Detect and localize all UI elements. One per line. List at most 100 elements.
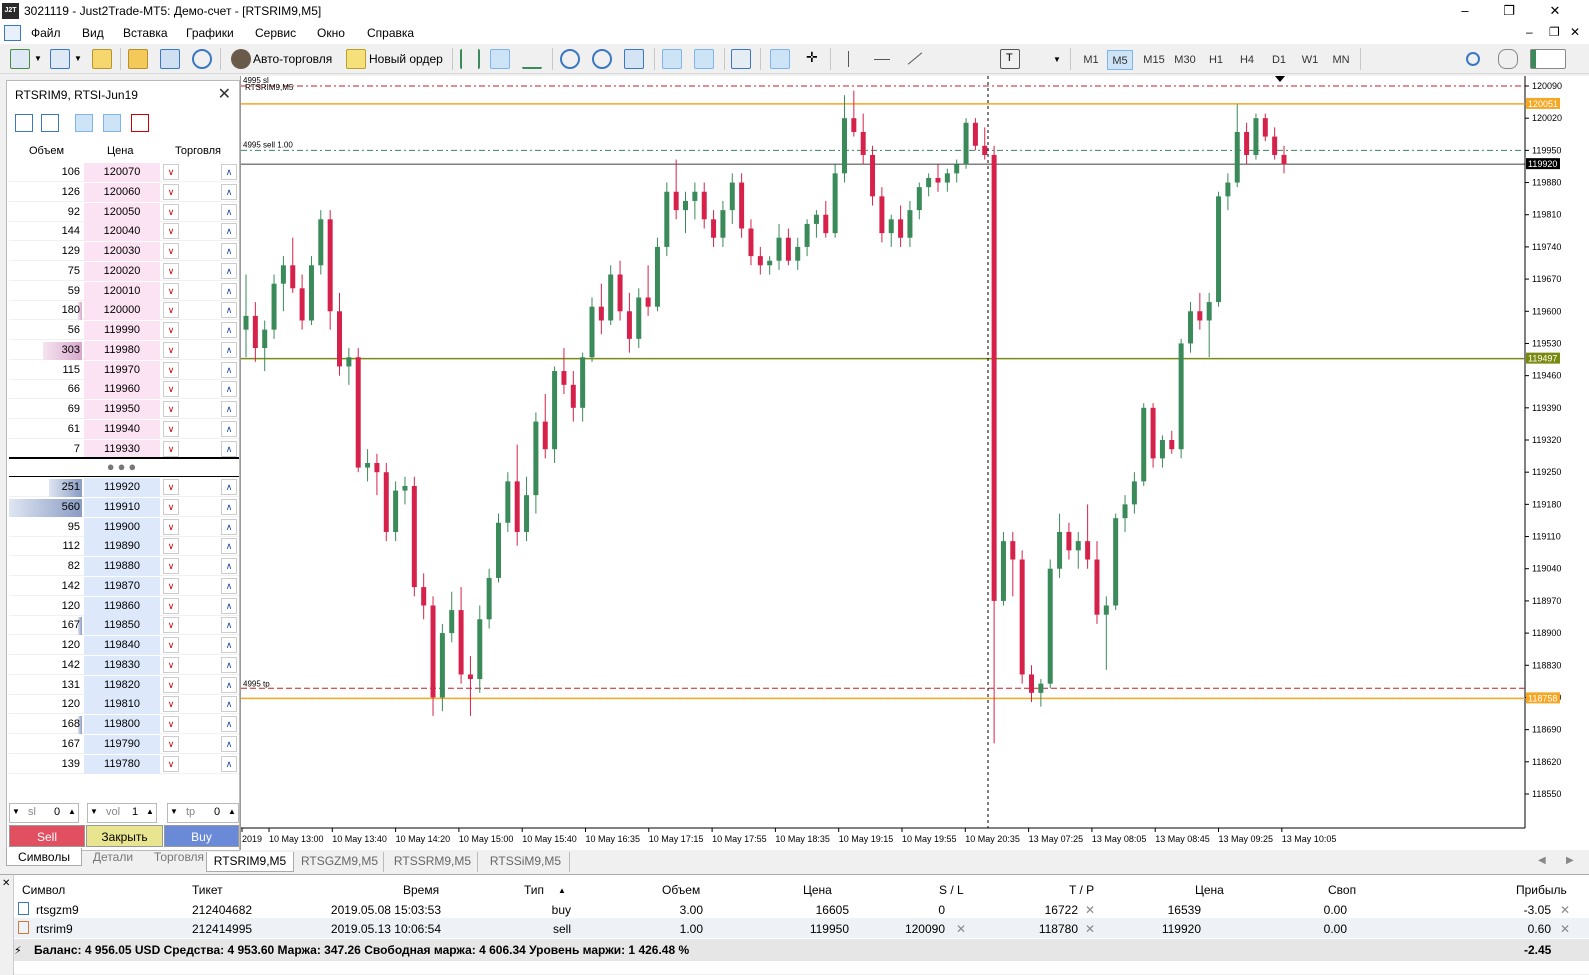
close-position-button[interactable]: Закрыть	[86, 825, 163, 847]
vol-spinner[interactable]: ▼ vol 1 ▲	[87, 803, 157, 823]
candle-body[interactable]	[1047, 568, 1053, 684]
candle-body[interactable]	[1094, 559, 1100, 615]
hdr-profit[interactable]: Прибыль	[1516, 883, 1567, 897]
buy-limit-icon[interactable]: ∧	[221, 401, 237, 417]
candle-body[interactable]	[505, 481, 511, 523]
candle-body[interactable]	[991, 154, 997, 601]
close-position-icon[interactable]: ✕	[1560, 903, 1570, 917]
candle-body[interactable]	[393, 490, 399, 532]
buy-limit-icon[interactable]: ∧	[221, 696, 237, 713]
bid-row[interactable]: 120 119860 ∨ ∧	[9, 596, 239, 616]
candle-body[interactable]	[337, 311, 343, 367]
hdr-current-price[interactable]: Цена	[1195, 883, 1224, 897]
tab-rtssrm9[interactable]: RTSSRM9,M5	[388, 852, 478, 872]
strategy-tester-icon[interactable]	[160, 49, 180, 69]
buy-limit-icon[interactable]: ∧	[221, 577, 237, 594]
candle-body[interactable]	[739, 182, 745, 229]
shapes-dropdown-icon[interactable]: ▼	[1053, 55, 1061, 64]
bar-chart-icon[interactable]	[460, 49, 480, 69]
candle-body[interactable]	[926, 177, 932, 188]
sell-limit-icon[interactable]: ∨	[163, 262, 179, 279]
candle-body[interactable]	[1019, 559, 1025, 675]
bid-row[interactable]: 168 119800 ∨ ∧	[9, 715, 239, 734]
candle-body[interactable]	[954, 164, 960, 174]
sell-limit-icon[interactable]: ∨	[163, 282, 179, 299]
buy-limit-icon[interactable]: ∧	[221, 558, 237, 574]
sell-limit-icon[interactable]: ∨	[163, 755, 179, 772]
tab-rtsrim9[interactable]: RTSRIM9,M5	[206, 852, 294, 872]
candle-body[interactable]	[598, 306, 604, 321]
chart-window-icon[interactable]	[4, 25, 21, 41]
ask-row[interactable]: 69 119950 ∨ ∧	[9, 400, 239, 419]
hdr-volume[interactable]: Объем	[662, 883, 700, 897]
candle-body[interactable]	[1187, 311, 1193, 344]
candle-body[interactable]	[1150, 407, 1156, 459]
candle-body[interactable]	[533, 421, 539, 496]
candle-body[interactable]	[636, 297, 642, 339]
ask-row[interactable]: 59 120010 ∨ ∧	[9, 281, 239, 301]
minimize-button[interactable]: –	[1450, 2, 1480, 20]
candle-body[interactable]	[795, 246, 801, 261]
tp-value[interactable]: 0	[214, 806, 220, 818]
position-row[interactable]: rtsrim9 212414995 2019.05.13 10:06:54 sell 1…	[14, 918, 1589, 938]
vertical-line-icon[interactable]	[840, 49, 860, 69]
cursor-icon[interactable]	[770, 49, 790, 69]
sell-limit-icon[interactable]: ∨	[163, 676, 179, 693]
new-order-button[interactable]: Новый ордер	[369, 48, 443, 70]
candle-body[interactable]	[430, 605, 436, 698]
buy-limit-icon[interactable]: ∧	[221, 361, 237, 378]
candle-body[interactable]	[477, 619, 483, 680]
candle-body[interactable]	[907, 210, 913, 238]
tf-m30[interactable]: M30	[1171, 50, 1199, 70]
bid-row[interactable]: 82 119880 ∨ ∧	[9, 557, 239, 576]
new-chart-icon[interactable]	[10, 49, 30, 69]
market-watch-icon[interactable]	[92, 49, 112, 69]
candle-body[interactable]	[776, 237, 782, 261]
candle-body[interactable]	[870, 154, 876, 197]
candle-body[interactable]	[972, 122, 978, 146]
candle-body[interactable]	[851, 118, 857, 132]
candle-body[interactable]	[692, 191, 698, 201]
buy-limit-icon[interactable]: ∧	[221, 243, 237, 259]
candle-body[interactable]	[804, 223, 810, 247]
candle-body[interactable]	[1038, 683, 1044, 693]
menu-window[interactable]: Окно	[317, 26, 345, 40]
sell-limit-icon[interactable]: ∨	[163, 440, 179, 457]
chart-shift-marker[interactable]	[1275, 76, 1285, 82]
one-click-trading-icon[interactable]	[75, 114, 93, 132]
candle-body[interactable]	[1244, 131, 1250, 155]
buy-limit-icon[interactable]: ∧	[221, 518, 237, 535]
candle-body[interactable]	[411, 485, 417, 588]
new-order-icon[interactable]	[346, 49, 366, 69]
candle-body[interactable]	[524, 495, 530, 532]
candle-body[interactable]	[308, 265, 314, 321]
candle-body[interactable]	[1075, 541, 1081, 551]
line-chart-icon[interactable]	[522, 49, 542, 69]
candle-body[interactable]	[720, 210, 726, 238]
hdr-ticket[interactable]: Тикет	[192, 883, 223, 897]
sell-limit-icon[interactable]: ∨	[163, 518, 179, 535]
bid-row[interactable]: 560 119910 ∨ ∧	[9, 497, 239, 517]
sell-limit-icon[interactable]: ∨	[163, 479, 179, 495]
candle-body[interactable]	[252, 315, 258, 349]
new-chart-dropdown-icon[interactable]: ▼	[34, 54, 42, 63]
candle-body[interactable]	[1262, 118, 1268, 137]
candle-body[interactable]	[486, 577, 492, 620]
ask-row[interactable]: 75 120020 ∨ ∧	[9, 261, 239, 281]
buy-limit-icon[interactable]: ∧	[221, 538, 237, 555]
candle-body[interactable]	[1066, 531, 1072, 551]
tick-chart-icon[interactable]	[15, 114, 33, 132]
ask-row[interactable]: 66 119960 ∨ ∧	[9, 380, 239, 400]
sell-limit-icon[interactable]: ∨	[163, 656, 179, 673]
tf-w1[interactable]: W1	[1297, 50, 1323, 70]
candle-body[interactable]	[944, 173, 950, 183]
buy-limit-icon[interactable]: ∧	[221, 203, 237, 220]
mdi-close-icon[interactable]: ✕	[1570, 25, 1580, 39]
depth-settings-icon[interactable]	[41, 114, 59, 132]
candle-body[interactable]	[767, 260, 773, 266]
search-icon[interactable]	[1466, 52, 1480, 66]
candle-body[interactable]	[879, 196, 885, 234]
candle-body[interactable]	[299, 288, 305, 321]
candle-body[interactable]	[495, 522, 501, 578]
hdr-symbol[interactable]: Символ	[22, 883, 65, 897]
